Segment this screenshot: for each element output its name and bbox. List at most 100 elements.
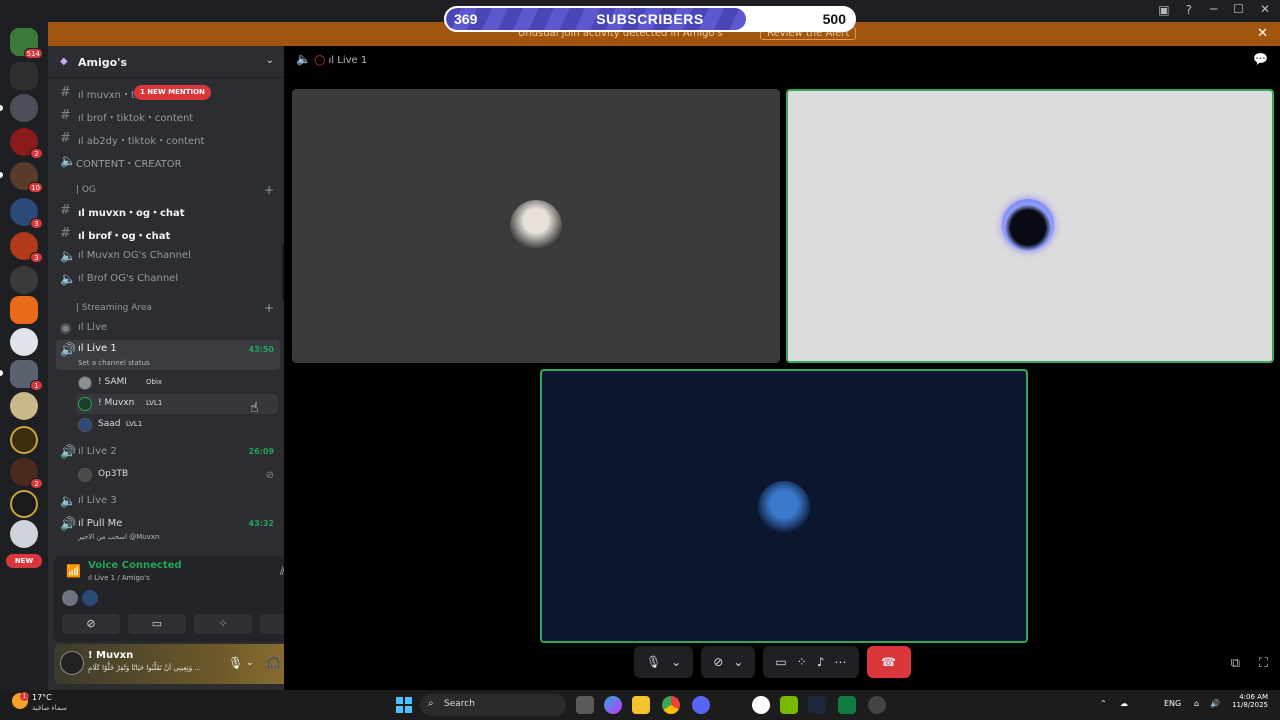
server-icon[interactable]: 3 bbox=[10, 232, 43, 263]
voice-user[interactable]: ! Muvxn LVL1 bbox=[76, 394, 278, 414]
more-icon[interactable]: ⋯ bbox=[835, 655, 847, 669]
chevron-down-icon[interactable]: ⌄ bbox=[671, 655, 681, 669]
weather-condition[interactable]: سماء صافية bbox=[32, 704, 67, 712]
new-mention-badge[interactable]: 1 NEW MENTION bbox=[134, 85, 211, 100]
activities-button[interactable]: ⁘ bbox=[194, 614, 252, 634]
server-icon[interactable]: 2 bbox=[10, 458, 43, 489]
server-icon[interactable] bbox=[10, 392, 38, 420]
server-icon[interactable]: 10 bbox=[10, 162, 43, 193]
new-badge[interactable]: NEW bbox=[6, 554, 42, 568]
voice-user[interactable]: ! SAMI Obix bbox=[76, 373, 278, 393]
minimize-button[interactable]: ─ bbox=[1210, 2, 1217, 16]
close-window-button[interactable]: ✕ bbox=[1260, 2, 1270, 16]
voice-channel-path[interactable]: ıl Live 1 / Amigo's bbox=[88, 574, 150, 582]
chevron-down-icon[interactable]: ⌄ bbox=[246, 658, 254, 668]
signal-icon[interactable]: 📶 bbox=[66, 564, 81, 578]
fullscreen-icon[interactable]: ⛶ bbox=[1259, 656, 1268, 671]
voice-channel[interactable]: 🔈 CONTENT・CREATOR bbox=[56, 151, 280, 172]
participant-tile[interactable] bbox=[292, 89, 780, 363]
text-channel[interactable]: # ıl brof・tiktok・content bbox=[56, 105, 280, 126]
channel-status[interactable]: Set a channel status bbox=[78, 359, 150, 367]
help-icon[interactable]: ? bbox=[1186, 3, 1192, 17]
text-channel[interactable]: # ıl brof・og・chat bbox=[56, 223, 280, 244]
activities-icon[interactable]: ⁘ bbox=[797, 655, 807, 669]
user-avatar[interactable] bbox=[60, 651, 84, 675]
voice-status-title[interactable]: Voice Connected bbox=[88, 560, 182, 571]
server-icon[interactable] bbox=[10, 94, 38, 122]
server-icon[interactable]: 1 bbox=[10, 360, 43, 391]
home-dm-icon[interactable]: 514 bbox=[10, 28, 43, 59]
file-explorer-icon[interactable] bbox=[632, 696, 650, 714]
text-channel[interactable]: # ıl ab2dy・tiktok・content bbox=[56, 128, 280, 149]
language-indicator[interactable]: ENG bbox=[1164, 699, 1181, 708]
category-streaming[interactable]: | Streaming Area + bbox=[56, 301, 280, 317]
participant-tile-speaking[interactable] bbox=[786, 89, 1274, 363]
avatar[interactable] bbox=[62, 590, 78, 606]
cloud-icon[interactable]: ☁ bbox=[1120, 699, 1128, 708]
copilot-icon[interactable] bbox=[604, 696, 622, 714]
chevron-down-icon[interactable]: ⌄ bbox=[733, 655, 743, 669]
chevron-up-icon[interactable]: ⌃ bbox=[1100, 699, 1107, 708]
start-button[interactable] bbox=[396, 697, 412, 713]
microphone-icon[interactable]: 🎙 bbox=[228, 656, 243, 670]
leave-call-button[interactable]: ☎ bbox=[866, 646, 911, 678]
close-icon[interactable]: ✕ bbox=[1257, 26, 1268, 41]
voice-user[interactable]: Saad LVL1 bbox=[76, 415, 278, 435]
server-icon[interactable] bbox=[10, 62, 38, 90]
stage-channel[interactable]: ◉ ıl Live bbox=[56, 318, 280, 339]
camera-button[interactable]: ⊘ ⌄ bbox=[701, 646, 756, 678]
mute-button[interactable]: 🎙 ⌄ bbox=[634, 646, 694, 678]
task-view-icon[interactable] bbox=[576, 696, 594, 714]
voice-channel[interactable]: 🔊 ıl Pull Me 43:32 اسحب من الاخير @Muvxn bbox=[56, 514, 280, 541]
nvidia-icon[interactable] bbox=[780, 696, 798, 714]
add-channel-icon[interactable]: + bbox=[264, 183, 274, 197]
server-icon[interactable] bbox=[10, 328, 38, 356]
voice-channel[interactable]: 🔈 ıl Brof OG's Channel bbox=[56, 269, 280, 290]
volume-icon[interactable]: 🔊 bbox=[1210, 699, 1220, 708]
camera-off-button[interactable]: ⊘ bbox=[62, 614, 120, 634]
chrome-icon[interactable] bbox=[662, 696, 680, 714]
network-icon[interactable]: ⌂ bbox=[1194, 699, 1199, 708]
server-icon[interactable] bbox=[10, 266, 38, 294]
category-og[interactable]: | OG + bbox=[56, 183, 280, 199]
soundboard-icon[interactable]: ♪ bbox=[817, 655, 825, 669]
voice-channel[interactable]: 🔊 ıl Live 2 26:09 bbox=[56, 442, 280, 463]
add-channel-icon[interactable]: + bbox=[264, 301, 274, 315]
server-icon[interactable] bbox=[10, 490, 38, 518]
excel-icon[interactable] bbox=[838, 696, 856, 714]
maximize-button[interactable]: ☐ bbox=[1233, 2, 1244, 16]
chevron-down-icon[interactable]: ⌄ bbox=[266, 55, 274, 66]
voice-user-name: ! SAMI bbox=[98, 377, 127, 387]
app-icon[interactable] bbox=[752, 696, 770, 714]
server-icon[interactable] bbox=[10, 426, 38, 454]
weather-temp[interactable]: 17°C bbox=[32, 693, 52, 702]
guild-header[interactable]: ◆ Amigo's ⌄ bbox=[48, 46, 284, 78]
voice-channel[interactable]: 🔈 ıl Muvxn OG's Channel bbox=[56, 246, 280, 267]
inbox-icon[interactable]: ▣ bbox=[1158, 3, 1169, 17]
chat-bubble-icon[interactable]: 💬 bbox=[1253, 52, 1268, 66]
server-icon[interactable]: 3 bbox=[10, 198, 43, 229]
notification-badge: 10 bbox=[28, 182, 43, 193]
headphones-icon[interactable]: 🎧 bbox=[266, 656, 281, 670]
voice-channel-active[interactable]: 🔊 ıl Live 1 43:50 Set a channel status bbox=[56, 340, 280, 370]
taskbar-search[interactable]: ⌕ Search bbox=[420, 694, 566, 716]
screen-share-button[interactable]: ▭ bbox=[128, 614, 186, 634]
text-channel[interactable]: # ıl muvxn・og・chat bbox=[56, 200, 280, 221]
voice-timer: 43:32 bbox=[248, 519, 274, 528]
voice-channel[interactable]: 🔈 ıl Live 3 bbox=[56, 491, 280, 512]
channel-name: ıl Live 2 bbox=[78, 446, 117, 457]
avatar[interactable] bbox=[82, 590, 98, 606]
server-icon[interactable]: 2 bbox=[10, 128, 43, 159]
clock[interactable]: 4:06 AM 11/8/2025 bbox=[1232, 693, 1268, 709]
server-icon[interactable] bbox=[10, 296, 38, 324]
server-icon[interactable] bbox=[10, 520, 38, 548]
screen-share-icon[interactable]: ▭ bbox=[775, 655, 786, 669]
app-icon[interactable] bbox=[868, 696, 886, 714]
steam-icon[interactable] bbox=[808, 696, 826, 714]
category-name: | OG bbox=[76, 185, 96, 195]
discord-icon[interactable] bbox=[692, 696, 710, 714]
voice-user[interactable]: Op3TB ⊘ bbox=[76, 465, 278, 485]
participant-tile-speaking[interactable] bbox=[540, 369, 1028, 643]
user-name[interactable]: ! Muvxn bbox=[88, 650, 133, 661]
pop-out-icon[interactable]: ⧉ bbox=[1231, 656, 1240, 671]
